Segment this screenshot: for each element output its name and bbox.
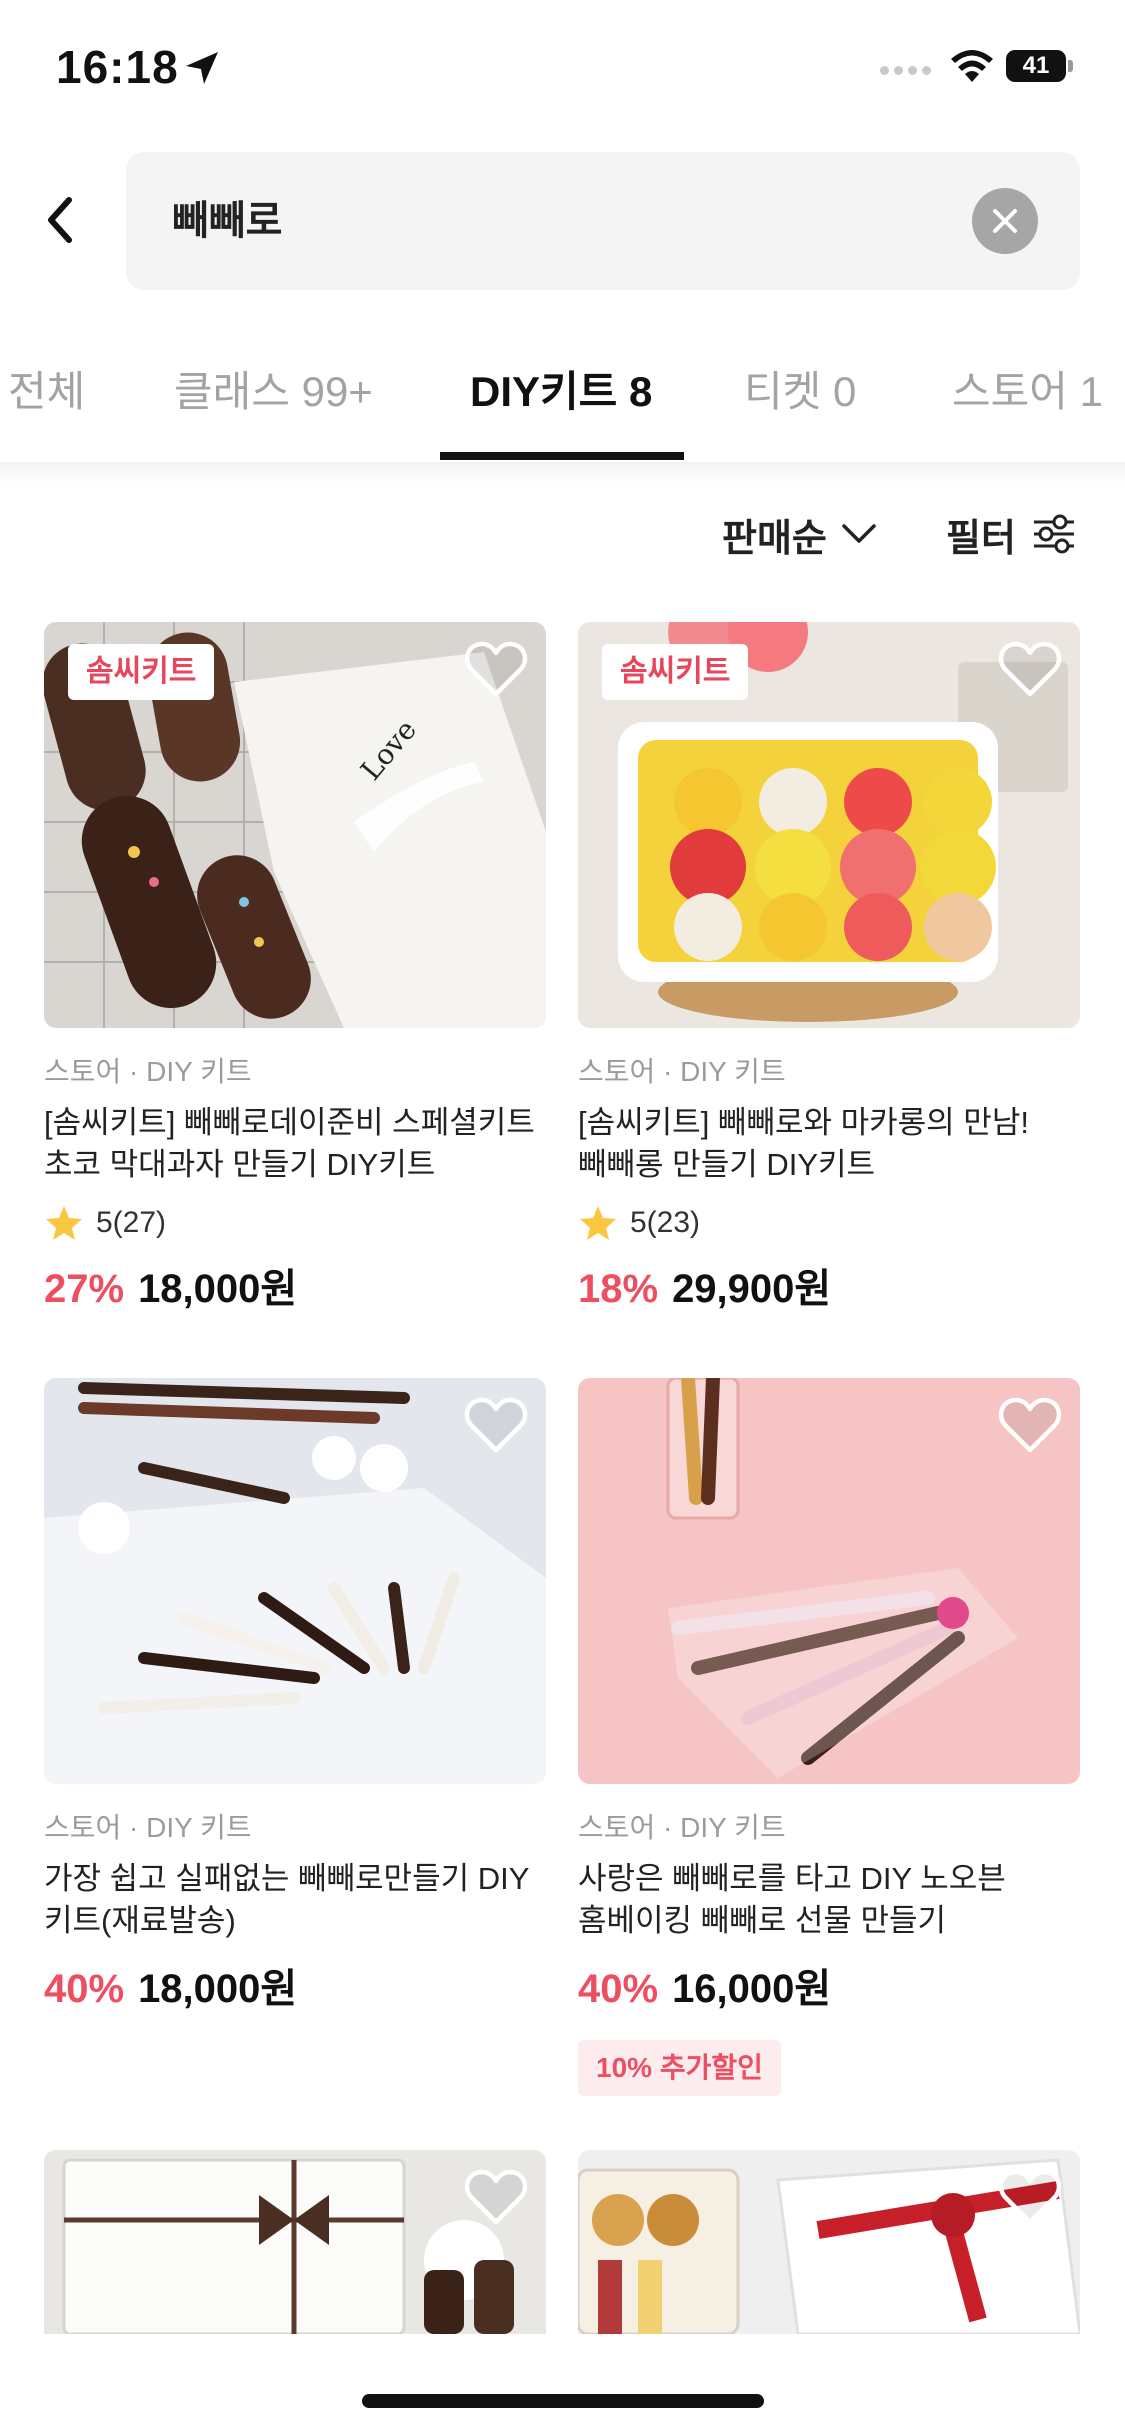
product-rating: 5(27): [44, 1204, 546, 1242]
tab-ticket[interactable]: 티켓 0: [744, 358, 856, 419]
product-title-line: 가장 쉽고 실패없는 빼빼로만들기 DIY: [44, 1861, 530, 1896]
product-price: 18,000원: [138, 1267, 298, 1311]
product-card[interactable]: [578, 2150, 1080, 2334]
battery-tip: [1068, 60, 1073, 72]
product-image[interactable]: [44, 2150, 546, 2334]
price-row: 40% 18,000원: [44, 1956, 546, 2014]
price-row: 27% 18,000원: [44, 1256, 546, 1314]
product-image[interactable]: [578, 2150, 1080, 2334]
product-price: 16,000원: [672, 1967, 832, 2011]
product-badge: 솜씨키트: [602, 644, 749, 700]
tab-class[interactable]: 클래스 99+: [174, 358, 373, 419]
battery-indicator: 41: [1006, 50, 1066, 82]
discount-rate: 27%: [44, 1267, 125, 1311]
filter-label: 필터: [946, 517, 1016, 560]
product-category: 스토어 · DIY 키트: [578, 1056, 786, 1087]
heart-icon[interactable]: [998, 2168, 1062, 2226]
product-card[interactable]: [44, 2150, 546, 2334]
product-image[interactable]: Love 솜씨키트: [44, 622, 546, 1028]
discount-rate: 18%: [578, 1267, 659, 1311]
product-price: 18,000원: [138, 1967, 298, 2011]
rating-value: 5(27): [96, 1206, 167, 1239]
product-title-line: 키트(재료발송): [44, 1903, 236, 1938]
home-indicator[interactable]: [362, 2394, 764, 2408]
product-card[interactable]: 스토어 · DIY 키트 가장 쉽고 실패없는 빼빼로만들기 DIY 키트(재료…: [44, 1378, 546, 2014]
product-image[interactable]: [578, 1378, 1080, 1784]
discount-rate: 40%: [578, 1967, 659, 2011]
back-button[interactable]: [30, 185, 90, 255]
search-query: 빼빼로: [172, 199, 283, 243]
product-title[interactable]: [솜씨키트] 빼빼로데이준비 스페셜키트 초코 막대과자 만들기 DIY키트: [44, 1102, 546, 1186]
extra-discount-badge: 10% 추가할인: [578, 2040, 781, 2096]
product-image[interactable]: [44, 1378, 546, 1784]
product-title-line: 홈베이킹 빼빼로 선물 만들기: [578, 1903, 947, 1938]
filter-button[interactable]: 필터: [946, 504, 1076, 564]
tab-all[interactable]: 전체: [8, 358, 85, 419]
signal-icon: [880, 62, 936, 80]
tab-store[interactable]: 스토어 1: [952, 358, 1103, 419]
product-title-line: [솜씨키트] 빼빼로와 마카롱의 만남!: [578, 1105, 1029, 1140]
product-title-line: [솜씨키트] 빼빼로데이준비 스페셜키트: [44, 1105, 535, 1140]
chevron-down-icon: [842, 524, 876, 543]
location-arrow-icon: [186, 52, 218, 84]
product-title[interactable]: 사랑은 빼빼로를 타고 DIY 노오븐 홈베이킹 빼빼로 선물 만들기: [578, 1858, 1080, 1942]
heart-icon[interactable]: [464, 640, 528, 698]
heart-icon[interactable]: [464, 2168, 528, 2226]
product-card[interactable]: 솜씨키트 스토어 · DIY 키트 [솜씨키트] 빼빼로와 마카롱의 만남! 빼…: [578, 622, 1080, 1314]
filter-sliders-icon: [1033, 514, 1074, 554]
product-category: 스토어 · DIY 키트: [578, 1812, 786, 1843]
product-rating: 5(23): [578, 1204, 1080, 1242]
status-time: 16:18: [56, 41, 179, 93]
product-price: 29,900원: [672, 1267, 832, 1311]
product-title-line: 사랑은 빼빼로를 타고 DIY 노오븐: [578, 1861, 1006, 1896]
discount-rate: 40%: [44, 1967, 125, 2011]
heart-icon[interactable]: [464, 1396, 528, 1454]
active-tab-indicator: [440, 452, 684, 460]
product-category: 스토어 · DIY 키트: [44, 1812, 252, 1843]
clear-icon: [993, 209, 1017, 233]
product-title-line: 초코 막대과자 만들기 DIY키트: [44, 1147, 436, 1182]
product-card[interactable]: 스토어 · DIY 키트 사랑은 빼빼로를 타고 DIY 노오븐 홈베이킹 빼빼…: [578, 1378, 1080, 2096]
category-tabs: 전체 클래스 99+ DIY키트 8 티켓 0 스토어 1: [0, 330, 1125, 462]
product-category: 스토어 · DIY 키트: [44, 1056, 252, 1087]
product-card[interactable]: Love 솜씨키트 스토어 · DIY 키트 [솜씨키트] 빼빼로데이준비 스페…: [44, 622, 546, 1314]
rating-value: 5(23): [630, 1206, 701, 1239]
sort-button[interactable]: 판매순: [722, 504, 877, 564]
star-icon: [46, 1206, 82, 1240]
search-input[interactable]: 빼빼로: [126, 152, 1080, 290]
star-icon: [580, 1206, 616, 1240]
price-row: 40% 16,000원: [578, 1956, 1080, 2014]
product-title[interactable]: [솜씨키트] 빼빼로와 마카롱의 만남! 빼빼롱 만들기 DIY키트: [578, 1102, 1080, 1186]
back-arrow-icon: [48, 197, 72, 243]
tab-diy-kit[interactable]: DIY키트 8: [470, 358, 652, 419]
price-row: 18% 29,900원: [578, 1256, 1080, 1314]
wifi-icon: [951, 50, 993, 82]
product-title[interactable]: 가장 쉽고 실패없는 빼빼로만들기 DIY 키트(재료발송): [44, 1858, 546, 1942]
clear-search-button[interactable]: [972, 188, 1038, 254]
product-image[interactable]: 솜씨키트: [578, 622, 1080, 1028]
product-badge: 솜씨키트: [68, 644, 215, 700]
heart-icon[interactable]: [998, 1396, 1062, 1454]
sort-label: 판매순: [722, 517, 827, 560]
product-title-line: 빼빼롱 만들기 DIY키트: [578, 1147, 876, 1182]
tabs-divider: [0, 462, 1125, 484]
heart-icon[interactable]: [998, 640, 1062, 698]
status-bar: 16:18 41: [0, 0, 1125, 140]
